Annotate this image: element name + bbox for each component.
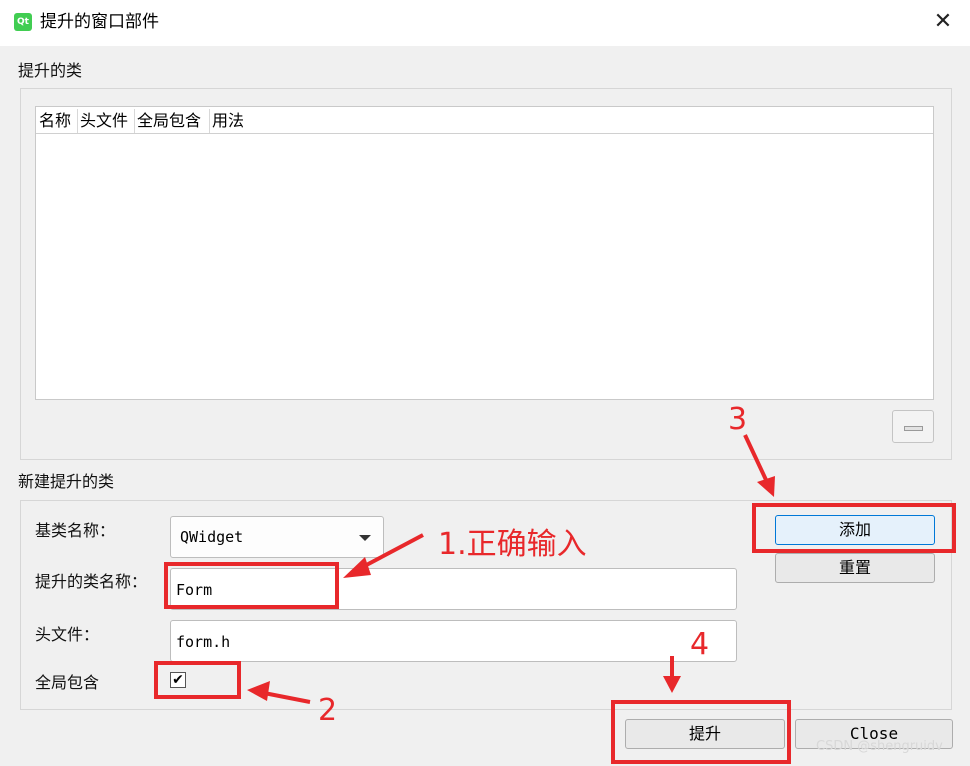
column-header-usage[interactable]: 用法 <box>209 107 269 134</box>
new-promoted-class-title: 新建提升的类 <box>18 472 115 491</box>
base-class-value: QWidget <box>180 528 244 546</box>
annotation-box-class-name <box>164 562 339 609</box>
close-icon[interactable]: ✕ <box>925 6 961 38</box>
annotation-box-add <box>752 503 956 553</box>
minus-icon <box>904 426 923 431</box>
annotation-box-checkbox <box>154 661 241 699</box>
class-name-label: 提升的类名称： <box>35 572 148 591</box>
annotation-box-promote <box>611 700 791 764</box>
column-header-global-include[interactable]: 全局包含 <box>134 107 209 134</box>
column-header-header-file[interactable]: 头文件 <box>77 107 134 134</box>
chevron-down-icon <box>359 535 371 541</box>
column-header-name[interactable]: 名称 <box>36 107 77 134</box>
remove-button[interactable] <box>892 410 934 443</box>
header-file-value: form.h <box>176 633 231 651</box>
header-file-input[interactable]: form.h <box>170 620 737 662</box>
window-title: 提升的窗口部件 <box>40 12 159 32</box>
annotation-step-3: 3 <box>728 402 748 437</box>
table-header: 名称 头文件 全局包含 用法 <box>36 107 933 134</box>
base-class-combobox[interactable]: QWidget <box>170 516 384 558</box>
promoted-classes-title: 提升的类 <box>18 61 83 80</box>
annotation-step-1: 1.正确输入 <box>438 527 587 562</box>
promoted-classes-table[interactable] <box>35 106 934 400</box>
base-class-label: 基类名称： <box>35 521 116 540</box>
annotation-step-2: 2 <box>318 693 338 728</box>
annotation-step-4: 4 <box>690 627 710 662</box>
qt-icon: Qt <box>14 13 32 31</box>
reset-button[interactable]: 重置 <box>775 553 935 583</box>
watermark: CSDN @shengruidv <box>816 739 943 754</box>
header-file-label: 头文件： <box>35 625 100 644</box>
global-include-label: 全局包含 <box>35 673 100 692</box>
